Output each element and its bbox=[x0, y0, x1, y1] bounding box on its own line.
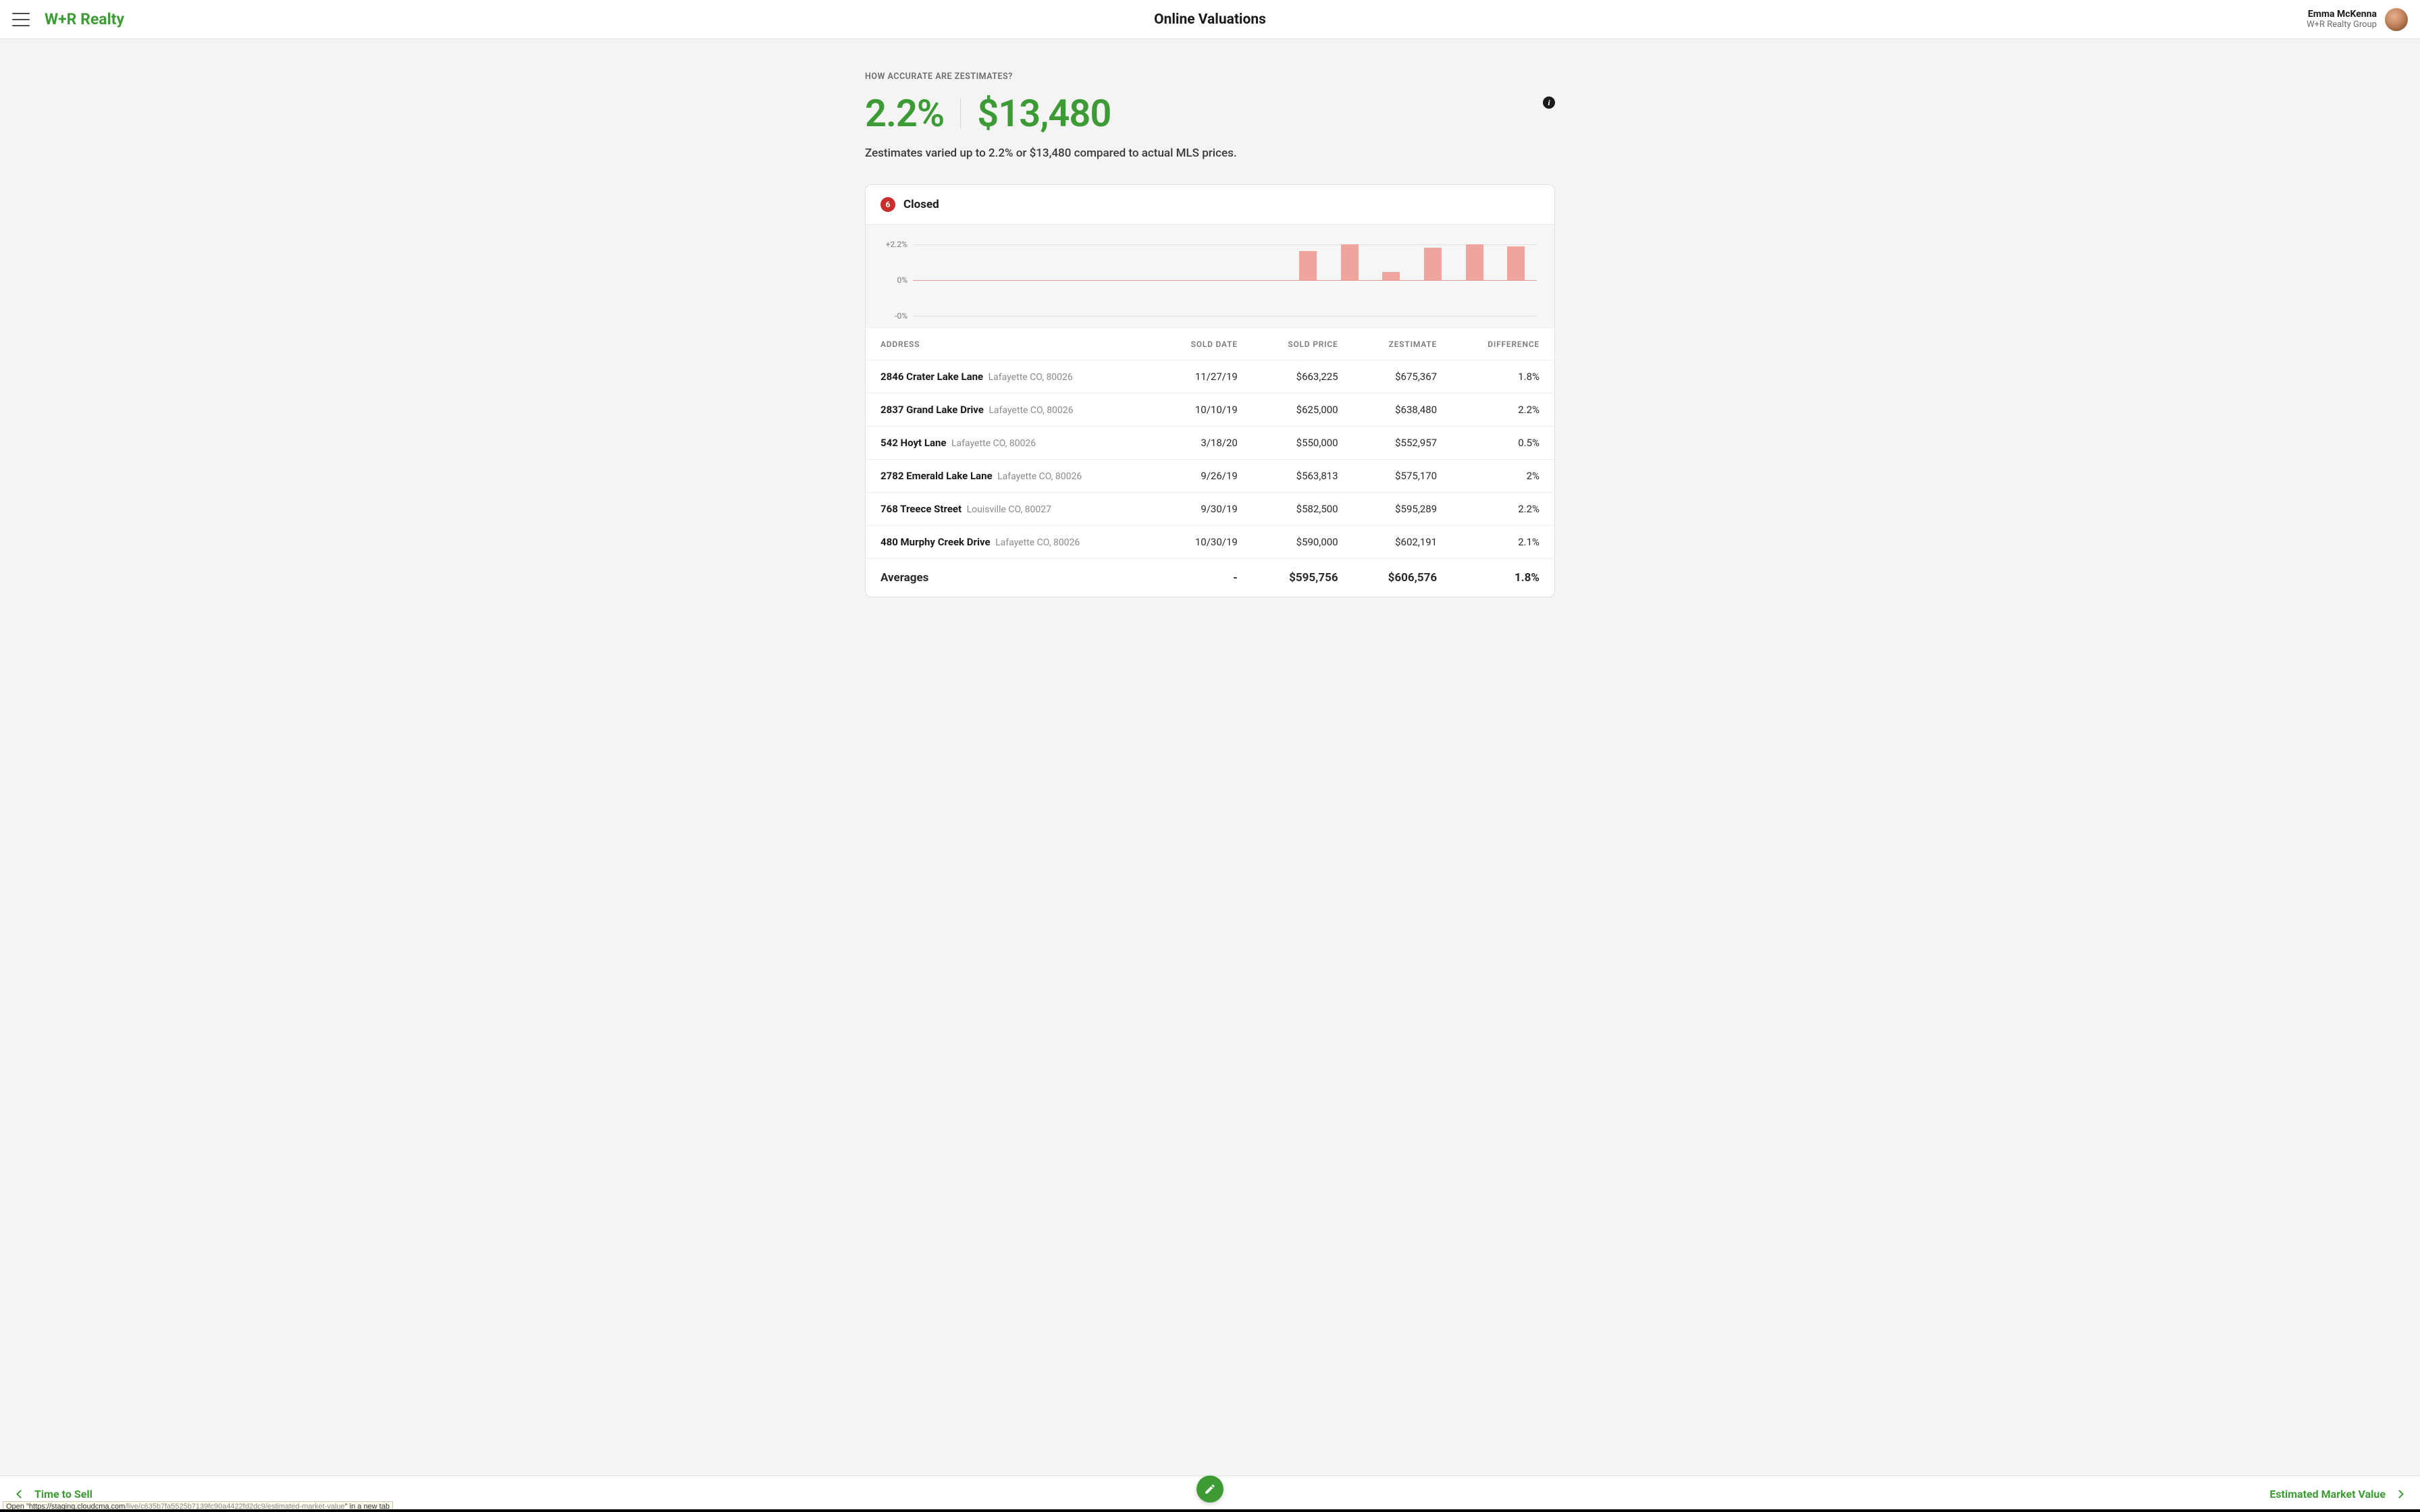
brand-logo[interactable]: W+R Realty bbox=[45, 10, 124, 28]
listings-table: ADDRESSSOLD DATESOLD PRICEZESTIMATEDIFFE… bbox=[866, 329, 1554, 597]
table-cell: $552,957 bbox=[1353, 427, 1452, 460]
address-main: 542 Hoyt Lane bbox=[880, 437, 947, 449]
chart-y-tick: 0% bbox=[883, 275, 908, 285]
variance-percent: 2.2% bbox=[865, 91, 944, 136]
table-cell: $625,000 bbox=[1253, 394, 1353, 427]
table-row[interactable]: 2782 Emerald Lake Lane Lafayette CO, 800… bbox=[866, 460, 1554, 493]
user-group: W+R Realty Group bbox=[2307, 20, 2377, 30]
closed-count-badge: 6 bbox=[880, 197, 895, 212]
table-cell: $675,367 bbox=[1353, 360, 1452, 394]
variance-dollars: $13,480 bbox=[977, 91, 1111, 136]
chart-bar bbox=[1299, 251, 1317, 280]
table-cell: $602,191 bbox=[1353, 526, 1452, 559]
section-subhead: Zestimates varied up to 2.2% or $13,480 … bbox=[865, 146, 1555, 160]
chart-bar bbox=[1341, 244, 1359, 280]
edit-fab[interactable] bbox=[1196, 1476, 1224, 1503]
chevron-left-icon bbox=[16, 1490, 25, 1498]
page-title: Online Valuations bbox=[1154, 11, 1266, 28]
address-main: 2837 Grand Lake Drive bbox=[880, 404, 984, 416]
divider bbox=[960, 99, 961, 128]
prev-link[interactable]: Time to Sell bbox=[18, 1488, 93, 1501]
chart-bar bbox=[1466, 244, 1483, 280]
closed-title: Closed bbox=[903, 198, 939, 211]
info-icon[interactable]: i bbox=[1543, 97, 1555, 109]
averages-cell: - bbox=[1156, 559, 1252, 597]
avatar[interactable] bbox=[2385, 8, 2408, 31]
address-main: 2782 Emerald Lake Lane bbox=[880, 470, 993, 482]
app-header: W+R Realty Online Valuations Emma McKenn… bbox=[0, 0, 2420, 39]
table-header: DIFFERENCE bbox=[1452, 329, 1554, 360]
averages-row: Averages-$595,756$606,5761.8% bbox=[866, 559, 1554, 597]
table-header: SOLD DATE bbox=[1156, 329, 1252, 360]
closed-card: 6 Closed +2.2% 0% -0% ADDRESSSOLD DATESOLD… bbox=[865, 184, 1555, 597]
table-cell: 9/30/19 bbox=[1156, 493, 1252, 526]
table-cell: $582,500 bbox=[1253, 493, 1353, 526]
table-cell: 10/10/19 bbox=[1156, 394, 1252, 427]
address-sub: Lafayette CO, 80026 bbox=[949, 438, 1036, 449]
address-sub: Lafayette CO, 80026 bbox=[987, 405, 1074, 416]
chart-bar bbox=[1382, 272, 1400, 280]
averages-cell: $595,756 bbox=[1253, 559, 1353, 597]
user-name: Emma McKenna bbox=[2307, 9, 2377, 20]
table-cell: $663,225 bbox=[1253, 360, 1353, 394]
table-row[interactable]: 480 Murphy Creek Drive Lafayette CO, 800… bbox=[866, 526, 1554, 559]
table-cell: 1.8% bbox=[1452, 360, 1554, 394]
table-cell: $563,813 bbox=[1253, 460, 1353, 493]
table-row[interactable]: 2837 Grand Lake Drive Lafayette CO, 8002… bbox=[866, 394, 1554, 427]
chart-y-tick: -0% bbox=[883, 311, 908, 321]
chart-y-tick: +2.2% bbox=[883, 240, 908, 249]
chart-bar bbox=[1424, 248, 1442, 280]
table-cell: 11/27/19 bbox=[1156, 360, 1252, 394]
table-cell: 10/30/19 bbox=[1156, 526, 1252, 559]
next-label: Estimated Market Value bbox=[2269, 1488, 2386, 1501]
prev-label: Time to Sell bbox=[34, 1488, 93, 1501]
table-cell: 0.5% bbox=[1452, 427, 1554, 460]
table-cell: 2.2% bbox=[1452, 493, 1554, 526]
table-row[interactable]: 2846 Crater Lake Lane Lafayette CO, 8002… bbox=[866, 360, 1554, 394]
bottom-black-bar bbox=[0, 1509, 2420, 1512]
table-cell: 2.1% bbox=[1452, 526, 1554, 559]
chevron-right-icon bbox=[2395, 1490, 2404, 1498]
variance-chart: +2.2% 0% -0% bbox=[866, 225, 1554, 329]
user-menu[interactable]: Emma McKenna W+R Realty Group bbox=[2307, 8, 2408, 31]
table-cell: 9/26/19 bbox=[1156, 460, 1252, 493]
address-main: 2846 Crater Lake Lane bbox=[880, 371, 983, 383]
chart-bar bbox=[1507, 246, 1525, 280]
address-sub: Lafayette CO, 80026 bbox=[995, 471, 1082, 482]
address-main: 480 Murphy Creek Drive bbox=[880, 536, 991, 548]
table-cell: $590,000 bbox=[1253, 526, 1353, 559]
table-header: SOLD PRICE bbox=[1253, 329, 1353, 360]
averages-cell: 1.8% bbox=[1452, 559, 1554, 597]
section-eyebrow: HOW ACCURATE ARE ZESTIMATES? bbox=[865, 72, 1555, 82]
menu-icon[interactable] bbox=[12, 13, 30, 26]
address-main: 768 Treece Street bbox=[880, 503, 962, 515]
table-cell: 3/18/20 bbox=[1156, 427, 1252, 460]
table-row[interactable]: 768 Treece Street Louisville CO, 80027 9/… bbox=[866, 493, 1554, 526]
averages-cell: $606,576 bbox=[1353, 559, 1452, 597]
table-header: ZESTIMATE bbox=[1353, 329, 1452, 360]
address-sub: Lafayette CO, 80026 bbox=[993, 537, 1080, 548]
address-sub: Lafayette CO, 80026 bbox=[986, 372, 1073, 383]
pencil-icon bbox=[1204, 1483, 1216, 1495]
table-cell: $550,000 bbox=[1253, 427, 1353, 460]
averages-label: Averages bbox=[866, 559, 1156, 597]
table-header: ADDRESS bbox=[866, 329, 1156, 360]
table-cell: 2.2% bbox=[1452, 394, 1554, 427]
table-cell: 2% bbox=[1452, 460, 1554, 493]
table-cell: $595,289 bbox=[1353, 493, 1452, 526]
address-sub: Louisville CO, 80027 bbox=[964, 504, 1051, 515]
next-link[interactable]: Estimated Market Value bbox=[2269, 1488, 2402, 1501]
table-row[interactable]: 542 Hoyt Lane Lafayette CO, 80026 3/18/20… bbox=[866, 427, 1554, 460]
table-cell: $638,480 bbox=[1353, 394, 1452, 427]
table-cell: $575,170 bbox=[1353, 460, 1452, 493]
